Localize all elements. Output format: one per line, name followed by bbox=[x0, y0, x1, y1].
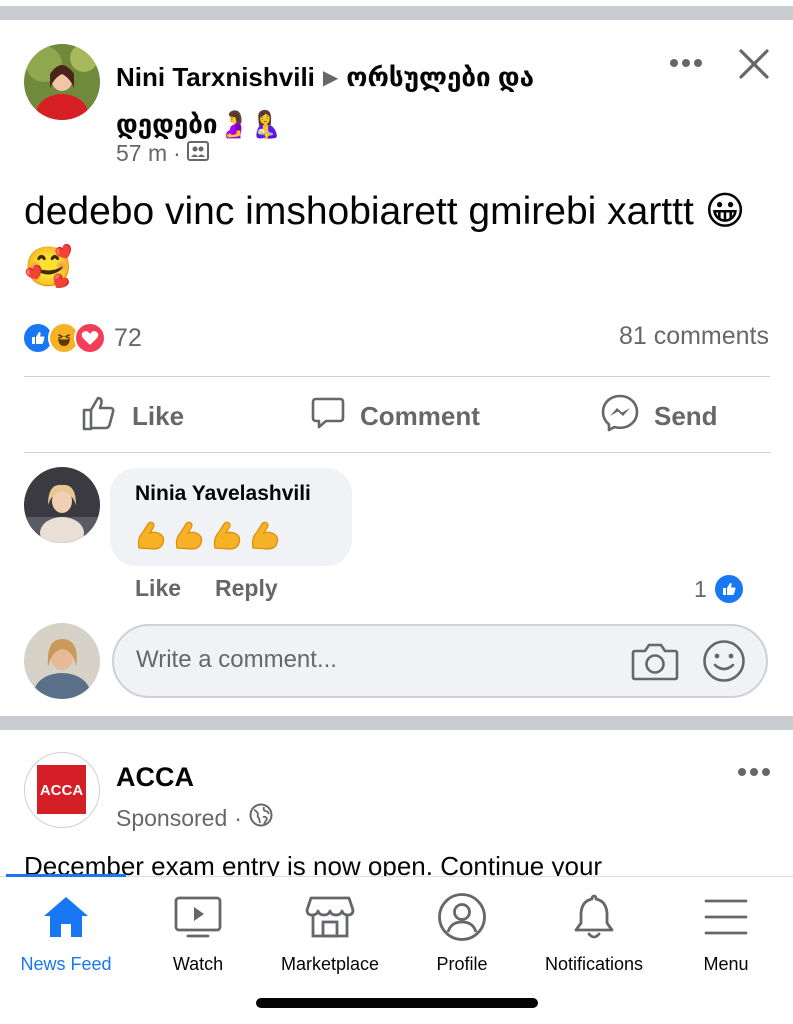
tab-marketplace[interactable]: Marketplace bbox=[264, 892, 396, 975]
ad-meta: Sponsored · bbox=[116, 803, 273, 833]
tab-label: Menu bbox=[703, 954, 749, 974]
tab-label: Marketplace bbox=[280, 954, 380, 974]
ad-page-name[interactable]: ACCA bbox=[116, 762, 194, 793]
commenter-name[interactable]: Ninia Yavelashvili bbox=[135, 482, 311, 506]
more-options-icon[interactable] bbox=[664, 48, 708, 78]
tab-label: Notifications bbox=[544, 954, 644, 974]
divider bbox=[24, 452, 770, 453]
commenter-avatar[interactable] bbox=[24, 467, 100, 543]
group-icon bbox=[186, 140, 209, 167]
ad-text: December exam entry is now open. Continu… bbox=[24, 851, 603, 876]
globe-icon bbox=[249, 803, 273, 833]
meta-dot: · bbox=[173, 140, 181, 166]
like-button[interactable]: Like bbox=[80, 392, 184, 440]
tab-label: Profile bbox=[436, 954, 488, 974]
comment-bubble-icon bbox=[310, 395, 346, 438]
marketplace-icon bbox=[305, 892, 355, 942]
tab-news-feed[interactable]: News Feed bbox=[0, 892, 132, 975]
profile-icon bbox=[437, 892, 487, 942]
thumbs-up-icon bbox=[80, 394, 118, 439]
flexed-biceps-icon bbox=[135, 518, 167, 557]
home-icon bbox=[42, 892, 90, 942]
like-label: Like bbox=[132, 400, 185, 431]
divider bbox=[24, 376, 770, 377]
post-header-title: Nini Tarxnishvili ▶ ორსულები და დედები🤰🤱 bbox=[116, 54, 636, 147]
tab-label: Watch bbox=[172, 954, 224, 974]
post-meta: 57 m · bbox=[116, 140, 209, 167]
flexed-biceps-icon bbox=[173, 518, 205, 557]
author-avatar[interactable] bbox=[24, 44, 100, 120]
feed-separator bbox=[0, 716, 793, 730]
emoji-smiley-icon[interactable] bbox=[701, 638, 747, 684]
acca-logo-text: ACCA bbox=[40, 782, 83, 799]
comments-count-link[interactable]: 81 comments bbox=[619, 322, 769, 351]
post-time[interactable]: 57 m bbox=[116, 140, 167, 167]
comment-like-count: 1 bbox=[694, 575, 707, 602]
like-reaction-icon bbox=[712, 573, 745, 605]
send-button[interactable]: Send bbox=[600, 392, 718, 440]
camera-icon[interactable] bbox=[630, 638, 680, 684]
acca-logo[interactable]: ACCA bbox=[24, 752, 100, 828]
bell-icon bbox=[571, 892, 617, 942]
comment-button[interactable]: Comment bbox=[310, 392, 480, 440]
flexed-biceps-icon bbox=[211, 518, 243, 557]
tab-label: News Feed bbox=[20, 954, 112, 974]
send-label: Send bbox=[654, 400, 718, 431]
close-icon[interactable] bbox=[736, 46, 772, 82]
feed-separator bbox=[0, 6, 793, 20]
comment-reply-button[interactable]: Reply bbox=[215, 575, 278, 602]
tab-profile[interactable]: Profile bbox=[396, 892, 528, 975]
reaction-count: 72 bbox=[114, 323, 142, 352]
comment-likes[interactable]: 1 bbox=[694, 573, 745, 605]
comment-input-placeholder: Write a comment... bbox=[136, 646, 337, 673]
home-indicator bbox=[256, 998, 538, 1008]
arrow-right-icon: ▶ bbox=[322, 67, 339, 89]
author-name[interactable]: Nini Tarxnishvili bbox=[116, 62, 315, 92]
meta-dot: · bbox=[234, 804, 242, 831]
watch-icon bbox=[173, 892, 223, 942]
tab-menu[interactable]: Menu bbox=[660, 892, 792, 975]
comment-text bbox=[135, 518, 281, 557]
ad-more-options-icon[interactable] bbox=[734, 762, 774, 782]
user-avatar[interactable] bbox=[24, 623, 100, 699]
tab-watch[interactable]: Watch bbox=[132, 892, 264, 975]
active-tab-indicator bbox=[6, 874, 126, 877]
menu-icon bbox=[703, 892, 749, 942]
messenger-icon bbox=[600, 393, 640, 440]
reactions-summary[interactable]: 72 bbox=[22, 322, 142, 354]
post-text: dedebo vinc imshobiarett gmirebi xarttt … bbox=[24, 190, 746, 289]
sponsored-label[interactable]: Sponsored bbox=[116, 805, 227, 832]
flexed-biceps-icon bbox=[249, 518, 281, 557]
comment-label: Comment bbox=[360, 400, 480, 431]
tab-notifications[interactable]: Notifications bbox=[528, 892, 660, 975]
love-reaction-icon bbox=[74, 322, 106, 354]
comment-like-button[interactable]: Like bbox=[135, 575, 181, 602]
